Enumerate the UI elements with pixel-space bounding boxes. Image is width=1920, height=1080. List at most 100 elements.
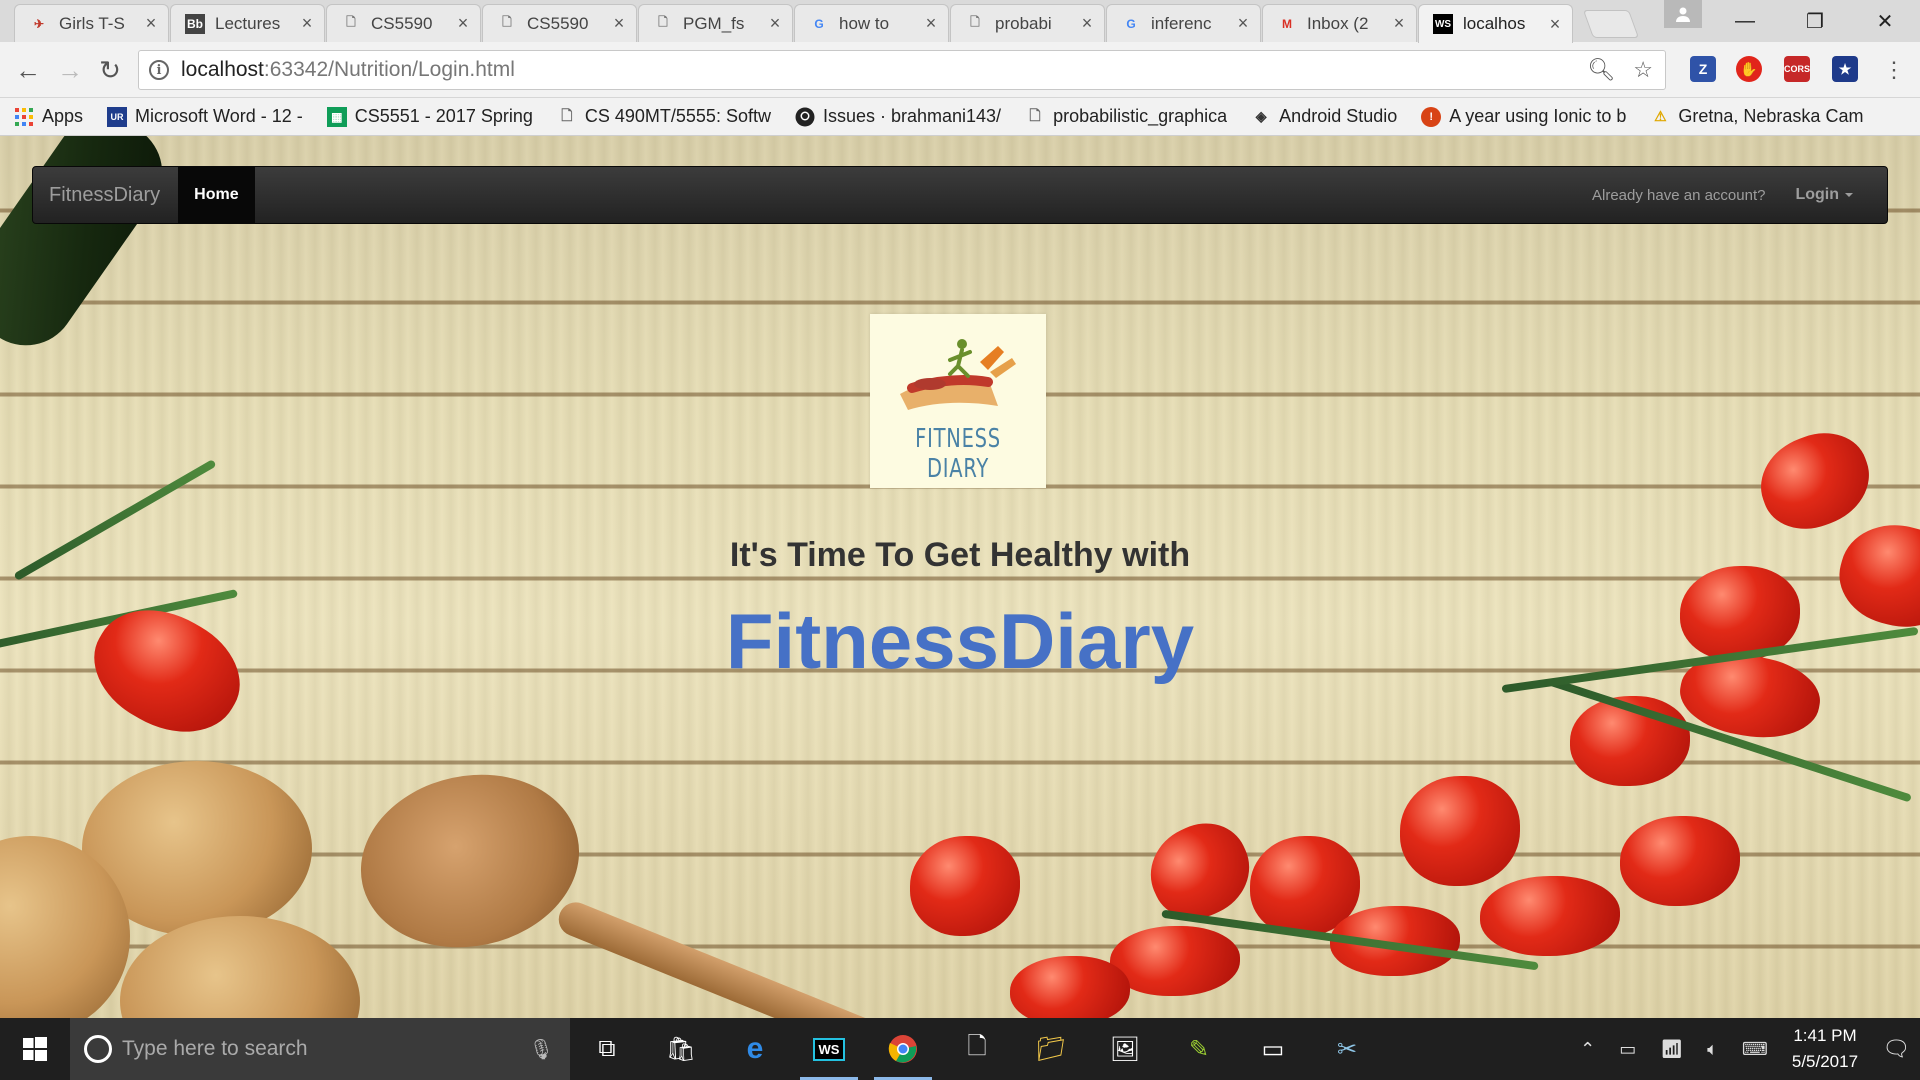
browser-tab[interactable]: ✈ Girls T-S ×: [14, 4, 169, 42]
browser-tab[interactable]: M Inbox (2 ×: [1262, 4, 1417, 42]
chrome-icon[interactable]: [866, 1018, 940, 1080]
tab-title: PGM_fs: [683, 13, 745, 33]
wifi-icon[interactable]: 📶︎: [1660, 1039, 1683, 1060]
nav-home-link[interactable]: Home: [178, 167, 255, 223]
browser-tab[interactable]: G how to ×: [794, 4, 949, 42]
sheets-icon: ▦: [326, 106, 347, 127]
file-explorer-icon[interactable]: 📁︎: [1014, 1018, 1088, 1080]
login-dropdown[interactable]: Login: [1795, 186, 1887, 204]
tomato-image: [1747, 419, 1883, 543]
bookmark-item[interactable]: 🗋 CS 490MT/5555: Softw: [557, 106, 771, 127]
page-icon: 🗋: [658, 15, 668, 29]
close-icon[interactable]: ×: [766, 13, 784, 34]
close-icon[interactable]: ×: [1078, 13, 1096, 34]
restore-icon[interactable]: ❐: [1780, 0, 1850, 42]
potato-image: [120, 916, 360, 1018]
bookmark-item[interactable]: ⚠ Gretna, Nebraska Cam: [1650, 106, 1863, 127]
info-icon[interactable]: i: [149, 60, 169, 80]
browser-tab[interactable]: G inferenc ×: [1106, 4, 1261, 42]
caret-down-icon: [1845, 193, 1853, 197]
flag-extension-icon[interactable]: ★: [1832, 56, 1858, 82]
cortana-icon[interactable]: [84, 1035, 112, 1063]
action-center-icon[interactable]: 🗨︎: [1882, 1036, 1910, 1062]
keyboard-icon[interactable]: ⌨: [1742, 1039, 1768, 1060]
notepad-icon[interactable]: 🗋: [940, 1018, 1014, 1080]
bookmark-item[interactable]: Issues · brahmani143/: [795, 106, 1001, 127]
zoom-icon[interactable]: 🔍︎: [1587, 57, 1615, 83]
bookmark-item[interactable]: ◈ Android Studio: [1251, 106, 1397, 127]
bookmark-label: CS5551 - 2017 Spring: [354, 106, 533, 126]
paint-icon[interactable]: ✎: [1162, 1018, 1236, 1080]
command-prompt-icon[interactable]: ▭: [1236, 1018, 1310, 1080]
tomato-image: [1400, 776, 1520, 886]
browser-tab[interactable]: 🗋 probabi ×: [950, 4, 1105, 42]
site-icon: ✈: [33, 16, 45, 31]
forward-icon[interactable]: →: [54, 54, 86, 86]
close-icon[interactable]: ×: [1234, 13, 1252, 34]
close-icon[interactable]: ×: [1546, 14, 1564, 35]
store-icon[interactable]: 🛍︎: [644, 1018, 718, 1080]
battery-icon[interactable]: ▭: [1619, 1039, 1636, 1060]
browser-tab[interactable]: 🗋 CS5590 ×: [482, 4, 637, 42]
cors-extension-icon[interactable]: CORS: [1784, 56, 1810, 82]
gmail-icon: M: [1282, 16, 1292, 31]
navbar-brand[interactable]: FitnessDiary: [33, 167, 178, 223]
browser-tab-strip: ✈ Girls T-S × Bb Lectures × 🗋 CS5590 × 🗋…: [0, 0, 1920, 43]
bookmark-star-icon[interactable]: ☆: [1633, 57, 1653, 83]
login-label: Login: [1795, 186, 1839, 203]
bookmark-item[interactable]: 🗋 probabilistic_graphica: [1025, 106, 1227, 127]
tab-title: localhos: [1463, 14, 1526, 33]
snipping-tool-icon[interactable]: ✂: [1310, 1018, 1384, 1080]
bookmark-item[interactable]: ▦ CS5551 - 2017 Spring: [326, 106, 533, 127]
apps-grid-icon: [14, 107, 34, 127]
tab-title: inferenc: [1151, 13, 1212, 33]
zotero-extension-icon[interactable]: Z: [1690, 56, 1716, 82]
site-navbar: FitnessDiary Home Already have an accoun…: [32, 166, 1888, 224]
volume-icon[interactable]: 🔈︎: [1707, 1039, 1718, 1060]
close-icon[interactable]: ×: [610, 13, 628, 34]
close-icon[interactable]: ×: [922, 13, 940, 34]
android-studio-icon: ◈: [1255, 108, 1267, 124]
webstorm-taskbar-icon[interactable]: WS: [792, 1018, 866, 1080]
new-tab-button[interactable]: [1582, 10, 1640, 38]
taskbar-search-input[interactable]: Type here to search 🎙︎: [70, 1018, 570, 1080]
microphone-icon[interactable]: 🎙︎: [529, 1037, 554, 1062]
windows-start-icon[interactable]: [0, 1018, 70, 1080]
bookmark-item[interactable]: UR Microsoft Word - 12 -: [107, 106, 303, 127]
task-view-icon[interactable]: ⧉: [570, 1018, 644, 1080]
photos-icon[interactable]: 🖼︎: [1088, 1018, 1162, 1080]
edge-icon[interactable]: e: [718, 1018, 792, 1080]
browser-tab[interactable]: 🗋 PGM_fs ×: [638, 4, 793, 42]
taskbar-clock[interactable]: 1:41 PM 5/5/2017: [1792, 1023, 1858, 1075]
url-path: :63342/Nutrition/Login.html: [263, 58, 515, 81]
bookmark-apps[interactable]: Apps: [14, 106, 83, 127]
close-window-icon[interactable]: ✕: [1850, 0, 1920, 42]
system-tray: ⌃ ▭ 📶︎ 🔈︎ ⌨ 1:41 PM 5/5/2017 🗨︎: [1580, 1023, 1920, 1075]
google-icon: G: [814, 16, 824, 31]
close-icon[interactable]: ×: [142, 13, 160, 34]
close-icon[interactable]: ×: [454, 13, 472, 34]
tomato-image: [1010, 956, 1130, 1018]
reload-icon[interactable]: ↻: [94, 54, 126, 86]
clock-time: 1:41 PM: [1793, 1026, 1857, 1045]
hero-subtitle: It's Time To Get Healthy with: [729, 536, 1191, 574]
close-icon[interactable]: ×: [298, 13, 316, 34]
back-icon[interactable]: ←: [12, 54, 44, 86]
browser-tab[interactable]: Bb Lectures ×: [170, 4, 325, 42]
bookmark-label: Android Studio: [1279, 106, 1398, 126]
clock-date: 5/5/2017: [1791, 1052, 1859, 1071]
chevron-up-icon[interactable]: ⌃: [1580, 1039, 1595, 1060]
browser-tab[interactable]: 🗋 CS5590 ×: [326, 4, 481, 42]
minimize-icon[interactable]: —: [1710, 0, 1780, 42]
bookmark-item[interactable]: ! A year using Ionic to b: [1421, 106, 1626, 127]
page-icon: 🗋: [1029, 106, 1041, 123]
profile-icon[interactable]: [1664, 0, 1702, 28]
adblock-extension-icon[interactable]: ✋: [1736, 56, 1762, 82]
menu-icon[interactable]: ⋮: [1878, 54, 1910, 86]
address-bar[interactable]: i localhost :63342/Nutrition/Login.html …: [138, 50, 1666, 90]
page-icon: 🗋: [502, 15, 512, 29]
close-icon[interactable]: ×: [1390, 13, 1408, 34]
bookmark-label: Microsoft Word - 12 -: [135, 106, 303, 126]
bookmark-label: A year using Ionic to b: [1449, 106, 1627, 126]
browser-tab-active[interactable]: WS localhos ×: [1418, 4, 1573, 43]
